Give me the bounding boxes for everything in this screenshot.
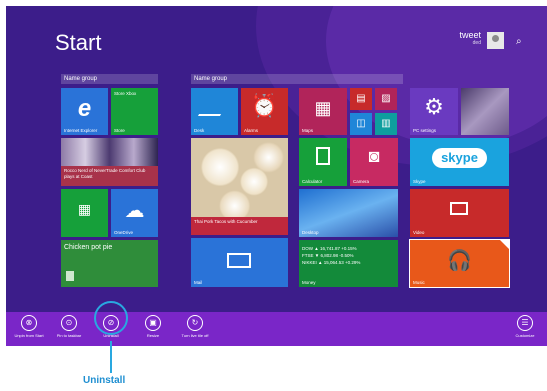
- news-photo: [61, 138, 158, 166]
- tile-alarms[interactable]: ⏰ Alarms: [241, 88, 288, 135]
- uninstall-highlight-circle: [94, 301, 128, 335]
- resize-button[interactable]: ▣ Resize: [134, 315, 172, 338]
- page-title: Start: [55, 30, 102, 55]
- pin-to-taskbar-button[interactable]: ⊙ Pin to taskbar: [50, 315, 88, 338]
- tile-label: Mail: [194, 280, 203, 285]
- resize-icon: ▣: [145, 315, 161, 331]
- search-icon[interactable]: ⌕: [516, 36, 522, 47]
- tile-label: Desk: [194, 128, 205, 133]
- ie-icon: e: [77, 95, 92, 122]
- tile-skype[interactable]: skype Skype: [410, 138, 509, 186]
- tile-photo[interactable]: [461, 88, 509, 135]
- tile-label: Store: [114, 128, 125, 133]
- tile-label: OneDrive: [114, 230, 134, 235]
- tile-label: Internet Explorer: [64, 128, 98, 133]
- gear-icon: ⚙: [424, 94, 444, 119]
- tile-small-red[interactable]: ▤: [350, 88, 372, 110]
- tile-news[interactable]: Rocco Nerd of NeverTrade Comfort Club pl…: [61, 138, 158, 186]
- tile-green-app[interactable]: ▦: [61, 189, 108, 237]
- skype-logo: skype: [432, 148, 487, 168]
- selected-check-icon: [500, 240, 509, 249]
- user-name: tweet: [459, 30, 481, 40]
- tile-label: Money: [302, 280, 316, 285]
- tile-camera[interactable]: ◙ Camera: [350, 138, 398, 186]
- button-label: Pin to taskbar: [56, 333, 82, 338]
- recipe-icon: [66, 271, 74, 281]
- tile-small-magenta[interactable]: ▨: [375, 88, 397, 110]
- tile-label: Skype: [413, 179, 426, 184]
- mail-icon: [227, 253, 251, 268]
- tile-label: PC settings: [413, 128, 437, 133]
- tile-text: DOW ▲ 16,741.87 +0.15%: [302, 246, 357, 251]
- tile-food-drink[interactable]: Thai Pork Tacos with Cucumber: [191, 138, 288, 235]
- tile-label: Camera: [353, 179, 370, 184]
- pin-icon: ⊙: [61, 315, 77, 331]
- tile-small-blue[interactable]: ◫: [350, 113, 372, 135]
- calculator-icon: [316, 147, 330, 165]
- tile-small-teal[interactable]: ▥: [375, 113, 397, 135]
- tile-onedrive[interactable]: ☁ OneDrive: [111, 189, 158, 237]
- button-label: Resize: [146, 333, 160, 338]
- camera-icon: ◙: [368, 146, 380, 166]
- tile-label: Music: [413, 280, 425, 285]
- tile-label: Desktop: [302, 230, 319, 235]
- callout-label: Uninstall: [83, 375, 126, 386]
- app-grid-icon: ▦: [77, 201, 92, 217]
- tile-label: Alarms: [244, 128, 259, 133]
- button-label: Turn live tile off: [181, 333, 209, 338]
- callout-line: [110, 341, 112, 373]
- tile-calculator[interactable]: Calculator: [299, 138, 347, 186]
- turn-live-tile-off-button[interactable]: ↻ Turn live tile off: [176, 315, 214, 338]
- app-icon: ▤: [356, 93, 366, 104]
- app-icon: ◫: [356, 118, 366, 129]
- app-icon: ▨: [381, 93, 391, 104]
- tile-maps[interactable]: ▦ Maps: [299, 88, 347, 135]
- map-icon: ▦: [314, 98, 332, 118]
- tile-text: Thai Pork Tacos with Cucumber: [194, 219, 258, 224]
- tile-video[interactable]: Video: [410, 189, 509, 237]
- desktop-icon: [197, 102, 229, 116]
- customize-icon: ☰: [517, 315, 533, 331]
- tile-store[interactable]: Store Xbox Store: [111, 88, 158, 135]
- tile-mail[interactable]: Mail: [191, 238, 288, 287]
- unpin-from-start-button[interactable]: ⊗ Unpin from Start: [10, 315, 48, 338]
- tile-title: Chicken pot pie: [64, 244, 113, 251]
- app-icon: ▥: [381, 118, 391, 129]
- tile-text: FTSE ▼ 6,802.98 -0.50%: [302, 253, 354, 258]
- tile-text: Rocco Nerd of NeverTrade Comfort Club pl…: [64, 168, 146, 179]
- tile-recipe[interactable]: Chicken pot pie: [61, 240, 158, 287]
- headphones-icon: 🎧: [447, 250, 472, 272]
- tile-desktop[interactable]: Desk: [191, 88, 238, 135]
- tile-text: NIKKEI ▲ 15,064.53 +0.29%: [302, 260, 361, 265]
- tile-desktop-wallpaper[interactable]: Desktop: [299, 189, 398, 237]
- tile-label: Calculator: [302, 179, 323, 184]
- user-sub: ded: [472, 40, 481, 46]
- group-label[interactable]: Name group: [61, 74, 158, 84]
- button-label: Customize: [515, 333, 535, 338]
- tile-title: Store Xbox: [114, 91, 137, 96]
- user-account[interactable]: tweet ded: [426, 30, 481, 47]
- app-bar: ⊗ Unpin from Start ⊙ Pin to taskbar ⊘ Un…: [6, 312, 547, 346]
- unpin-icon: ⊗: [21, 315, 37, 331]
- tile-music[interactable]: 🎧 Music: [409, 239, 510, 288]
- tile-money[interactable]: DOW ▲ 16,741.87 +0.15% FTSE ▼ 6,802.98 -…: [299, 240, 398, 287]
- tile-internet-explorer[interactable]: e Internet Explorer: [61, 88, 108, 135]
- live-tile-icon: ↻: [187, 315, 203, 331]
- customize-button[interactable]: ☰ Customize: [506, 315, 544, 338]
- tile-label: Maps: [302, 128, 314, 133]
- tile-label: Video: [413, 230, 425, 235]
- tile-pc-settings[interactable]: ⚙ PC settings: [410, 88, 458, 135]
- cloud-icon: ☁: [124, 200, 145, 222]
- start-screen: Start tweet ded ⌕ Name group e Internet …: [6, 6, 547, 346]
- group-label[interactable]: Name group: [191, 74, 403, 84]
- avatar[interactable]: [487, 32, 504, 49]
- alarm-clock-icon: ⏰: [250, 93, 279, 118]
- button-label: Unpin from Start: [14, 333, 44, 338]
- video-icon: [450, 202, 468, 215]
